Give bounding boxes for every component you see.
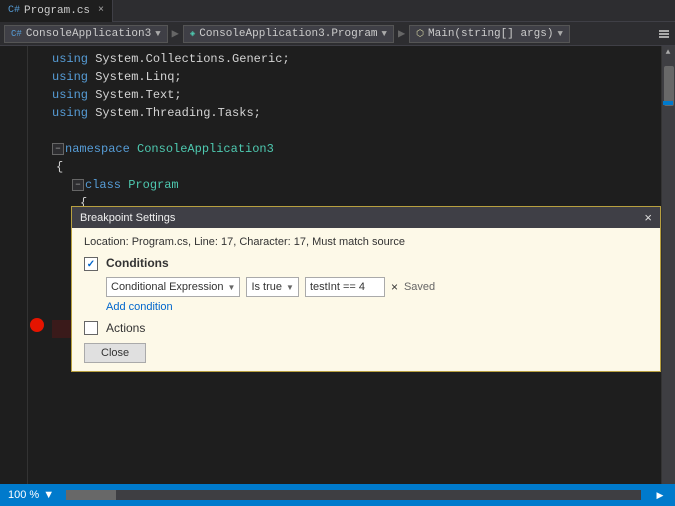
nav-separator-2: ▶ bbox=[398, 26, 405, 41]
collapse-class[interactable]: − bbox=[72, 179, 84, 191]
collapse-namespace[interactable]: − bbox=[52, 143, 64, 155]
actions-checkbox[interactable] bbox=[84, 321, 98, 335]
bp-condition-row: Conditional Expression ▼ Is true ▼ × Sav… bbox=[106, 277, 648, 297]
nav-separator-1: ▶ bbox=[172, 26, 179, 41]
condition-type-arrow: ▼ bbox=[228, 283, 236, 292]
code-line-1: using System.Collections.Generic; bbox=[52, 50, 657, 68]
method-arrow: ▼ bbox=[557, 29, 562, 39]
code-line-3: using System.Text; bbox=[52, 86, 657, 104]
scroll-indicator bbox=[663, 101, 673, 105]
navigation-bar: C# ConsoleApplication3 ▼ ▶ ◈ ConsoleAppl… bbox=[0, 22, 675, 46]
code-line-8: − class Program bbox=[52, 176, 657, 194]
bp-panel-body: Location: Program.cs, Line: 17, Characte… bbox=[72, 228, 660, 371]
project-arrow: ▼ bbox=[155, 29, 160, 39]
zoom-control[interactable]: 100 % ▼ bbox=[8, 489, 54, 501]
bp-location-row: Location: Program.cs, Line: 17, Characte… bbox=[84, 236, 648, 248]
class-name: ConsoleApplication3.Program bbox=[199, 28, 377, 40]
bp-panel-header: Breakpoint Settings × bbox=[72, 207, 660, 228]
tab-bar: C# Program.cs × bbox=[0, 0, 675, 22]
csharp-icon: C# bbox=[8, 5, 20, 16]
class-arrow: ▼ bbox=[382, 29, 387, 39]
bp-actions-section: Actions bbox=[84, 321, 648, 335]
bp-location-value: Program.cs, Line: 17, Character: 17, Mus… bbox=[132, 236, 405, 248]
add-condition-link[interactable]: Add condition bbox=[106, 301, 648, 313]
h-scroll-thumb[interactable] bbox=[66, 490, 116, 500]
scroll-thumb[interactable] bbox=[664, 66, 674, 106]
zoom-level: 100 % bbox=[8, 489, 39, 501]
tab-close-button[interactable]: × bbox=[98, 5, 104, 16]
status-bar: 100 % ▼ ▶ bbox=[0, 484, 675, 506]
method-dropdown[interactable]: ⬡ Main(string[] args) ▼ bbox=[409, 25, 570, 43]
actions-label: Actions bbox=[106, 321, 145, 335]
bp-location-label: Location: bbox=[84, 236, 129, 248]
code-line-6: − namespace ConsoleApplication3 bbox=[52, 140, 657, 158]
bp-close-button[interactable]: Close bbox=[84, 343, 146, 363]
condition-is-select[interactable]: Is true ▼ bbox=[246, 277, 299, 297]
class-dropdown[interactable]: ◈ ConsoleApplication3.Program ▼ bbox=[183, 25, 394, 43]
vertical-scrollbar[interactable]: ▲ bbox=[661, 46, 675, 484]
editor-area: using System.Collections.Generic; using … bbox=[0, 46, 675, 484]
condition-value-input[interactable] bbox=[305, 277, 385, 297]
code-line-2: using System.Linq; bbox=[52, 68, 657, 86]
condition-remove-button[interactable]: × bbox=[391, 280, 398, 294]
bp-dot-line1 bbox=[28, 46, 48, 64]
scroll-right-button[interactable]: ▶ bbox=[653, 488, 667, 502]
bp-panel-title: Breakpoint Settings bbox=[80, 212, 175, 224]
conditions-label: Conditions bbox=[106, 256, 169, 270]
zoom-arrow: ▼ bbox=[43, 489, 54, 501]
horizontal-scrollbar[interactable] bbox=[66, 490, 641, 500]
condition-is-label: Is true bbox=[251, 281, 282, 293]
left-gutter bbox=[28, 46, 48, 484]
conditions-checkbox[interactable] bbox=[84, 257, 98, 271]
condition-type-select[interactable]: Conditional Expression ▼ bbox=[106, 277, 240, 297]
line-numbers bbox=[0, 46, 28, 484]
breakpoint-indicator bbox=[28, 316, 48, 334]
project-dropdown[interactable]: C# ConsoleApplication3 ▼ bbox=[4, 25, 168, 43]
condition-is-arrow: ▼ bbox=[286, 283, 294, 292]
program-tab[interactable]: C# Program.cs × bbox=[0, 0, 113, 22]
bp-conditions-section: Conditions bbox=[84, 256, 648, 271]
method-name: Main(string[] args) bbox=[428, 28, 553, 40]
breakpoint-settings-panel: Breakpoint Settings × Location: Program.… bbox=[71, 206, 661, 372]
condition-saved-status: Saved bbox=[404, 281, 435, 293]
condition-type-label: Conditional Expression bbox=[111, 281, 224, 293]
breakpoint-dot[interactable] bbox=[30, 318, 44, 332]
bp-panel-close-button[interactable]: × bbox=[644, 210, 652, 225]
code-line-7: { bbox=[52, 158, 657, 176]
tab-filename: Program.cs bbox=[24, 5, 90, 17]
project-name: ConsoleApplication3 bbox=[26, 28, 151, 40]
code-line-4: using System.Threading.Tasks; bbox=[52, 104, 657, 122]
code-line-5 bbox=[52, 122, 657, 140]
